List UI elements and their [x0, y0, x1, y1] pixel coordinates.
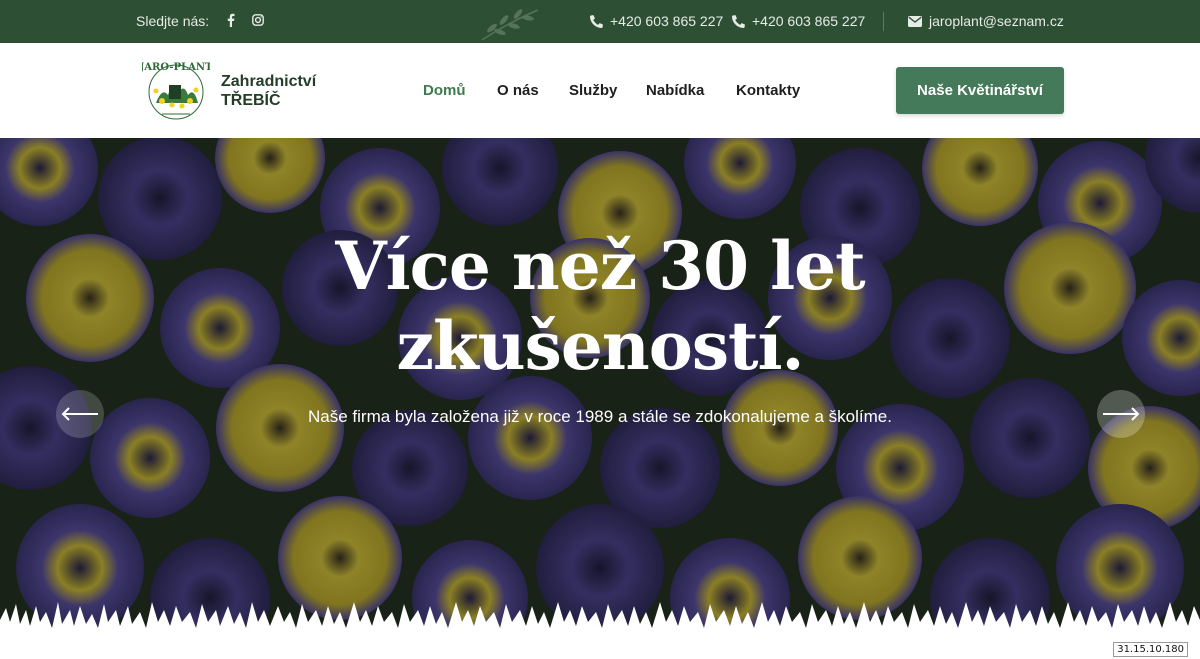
leaf-decoration-icon [481, 9, 539, 41]
envelope-icon [908, 15, 922, 27]
nav-item-contacts[interactable]: Kontakty [736, 82, 800, 99]
arrow-left-icon [61, 407, 98, 421]
grass-divider [0, 602, 1200, 659]
instagram-icon[interactable] [251, 12, 265, 28]
phone-number: +420 603 865 227 [752, 13, 866, 29]
headline-line-1: Více než 30 let [335, 227, 865, 305]
svg-text:JARO-PLANT: JARO-PLANT [142, 62, 210, 73]
arrow-right-icon [1103, 407, 1140, 421]
phone-icon [590, 14, 603, 28]
ip-badge: 31.15.10.180 [1113, 642, 1188, 657]
slider-prev-button[interactable] [56, 390, 104, 438]
brand-name[interactable]: Zahradnictví TŘEBÍČ [221, 72, 316, 110]
flower-shop-button[interactable]: Naše Květinářství [896, 67, 1064, 114]
nav-item-services[interactable]: Služby [569, 82, 617, 99]
hero-overlay [0, 138, 1200, 638]
brand-line-1: Zahradnictví [221, 73, 317, 90]
nav-item-offer[interactable]: Nabídka [646, 82, 704, 99]
phone-link-2[interactable]: +420 603 865 227 [732, 13, 865, 29]
hero-slider: Více než 30 let zkušeností. Naše firma b… [0, 138, 1200, 638]
nav-item-about[interactable]: O nás [497, 82, 539, 99]
site-header: JARO-PLANT Zahradnictví TŘEBÍČ Domů O ná… [0, 43, 1200, 138]
facebook-icon[interactable] [224, 12, 238, 28]
slider-next-button[interactable] [1097, 390, 1145, 438]
nav-item-home[interactable]: Domů [423, 82, 466, 99]
email-address: jaroplant@seznam.cz [929, 13, 1064, 29]
divider [883, 12, 884, 31]
brand-line-2: TŘEBÍČ [221, 92, 281, 109]
hero-headline: Více než 30 let zkušeností. [0, 226, 1200, 386]
logo[interactable]: JARO-PLANT [142, 57, 210, 123]
hero-subline: Naše firma byla založena již v roce 1989… [308, 407, 892, 426]
phone-link-1[interactable]: +420 603 865 227 [590, 13, 723, 29]
email-link[interactable]: jaroplant@seznam.cz [908, 13, 1064, 29]
phone-number: +420 603 865 227 [610, 13, 724, 29]
follow-label: Sledjte nás: [136, 13, 210, 29]
phone-icon [732, 14, 745, 28]
headline-line-2: zkušeností. [396, 307, 804, 385]
top-bar: Sledjte nás: +420 603 865 227 +420 603 8… [0, 0, 1200, 43]
